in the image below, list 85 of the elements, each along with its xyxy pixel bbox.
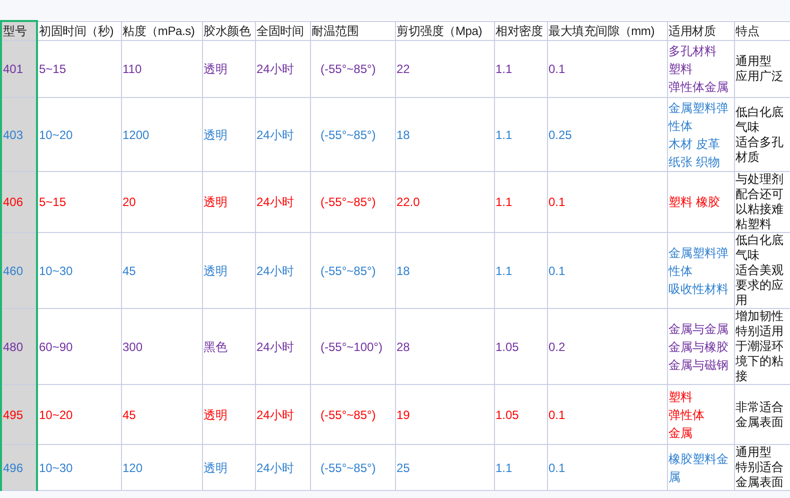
table-cell: 黑色 — [202, 308, 255, 384]
table-cell: 透明 — [202, 172, 255, 232]
table-cell: 403 — [1, 98, 37, 172]
table-cell: 0.2 — [547, 308, 667, 384]
table-cell: 406 — [1, 172, 37, 232]
table-cell: 20 — [121, 172, 202, 232]
table-cell: 0.1 — [547, 172, 667, 232]
table-cell: 24小时 — [255, 98, 310, 172]
table-cell: 22.0 — [395, 172, 494, 232]
column-header[interactable]: 胶水颜色 — [202, 21, 255, 40]
table-cell: 0.1 — [547, 40, 667, 98]
table-cell: 塑料 弹性体 金属 — [667, 384, 734, 444]
table-cell: 1.05 — [494, 308, 547, 384]
table-cell: 120 — [121, 444, 202, 490]
table-cell: 24小时 — [255, 232, 310, 308]
table-cell: 0.1 — [547, 232, 667, 308]
table-cell: 110 — [121, 40, 202, 98]
table-cell: 460 — [1, 232, 37, 308]
table-cell: 1.1 — [494, 444, 547, 490]
table-cell: 1.1 — [494, 172, 547, 232]
table-cell: 0.25 — [547, 98, 667, 172]
table-cell: 480 — [1, 308, 37, 384]
table-cell: 透明 — [202, 232, 255, 308]
column-header[interactable]: 最大填充间隙（mm) — [547, 21, 667, 40]
table-cell: 1.05 — [494, 384, 547, 444]
column-header[interactable]: 粘度（mPa.s) — [121, 21, 202, 40]
table-cell: 24小时 — [255, 444, 310, 490]
column-header[interactable]: 适用材质 — [667, 21, 734, 40]
table-cell: 多孔材料 塑料 弹性体金属 — [667, 40, 734, 98]
table-cell: (-55°~85°) — [310, 172, 395, 232]
column-header[interactable]: 初固时间（秒) — [37, 21, 121, 40]
table-cell: 增加韧性 特别适用 于潮湿环 境下的粘 接 — [734, 308, 790, 384]
table-cell: 1.1 — [494, 232, 547, 308]
table-cell: 300 — [121, 308, 202, 384]
table-cell: (-55°~85°) — [310, 98, 395, 172]
table-cell: (-55°~85°) — [310, 232, 395, 308]
table-cell: 10~30 — [37, 444, 121, 490]
table-cell: 45 — [121, 232, 202, 308]
table-cell: (-55°~85°) — [310, 444, 395, 490]
table-cell: 金属塑料弹 性体 木材 皮革 纸张 织物 — [667, 98, 734, 172]
table-cell: 19 — [395, 384, 494, 444]
table-cell: 1200 — [121, 98, 202, 172]
table-cell: 透明 — [202, 40, 255, 98]
table-cell: 5~15 — [37, 40, 121, 98]
table-cell: 低白化底 气味 适合美观 要求的应 用 — [734, 232, 790, 308]
table-cell: 1.1 — [494, 40, 547, 98]
table-cell: 与处理剂 配合还可 以粘接难 粘塑料 — [734, 172, 790, 232]
table-cell: 24小时 — [255, 384, 310, 444]
table-cell: 25 — [395, 444, 494, 490]
table-cell: 金属与金属 金属与橡胶 金属与磁钢 — [667, 308, 734, 384]
table-cell: 24小时 — [255, 40, 310, 98]
table-cell: 通用型 特别适合 金属表面 — [734, 444, 790, 490]
table-cell: 45 — [121, 384, 202, 444]
table-cell: 24小时 — [255, 172, 310, 232]
table-cell: 透明 — [202, 98, 255, 172]
table-cell: 塑料 橡胶 — [667, 172, 734, 232]
table-cell: 495 — [1, 384, 37, 444]
table-cell: 0.1 — [547, 384, 667, 444]
table-cell: 22 — [395, 40, 494, 98]
table-cell: 24小时 — [255, 308, 310, 384]
column-header[interactable]: 耐温范围 — [310, 21, 395, 40]
table-cell: 28 — [395, 308, 494, 384]
table-cell: 60~90 — [37, 308, 121, 384]
table-cell: 橡胶塑料金 属 — [667, 444, 734, 490]
table-cell: 10~30 — [37, 232, 121, 308]
table-cell: 0.1 — [547, 444, 667, 490]
table-cell: 10~20 — [37, 384, 121, 444]
table-cell: (-55°~100°) — [310, 308, 395, 384]
column-header[interactable]: 剪切强度（Mpa) — [395, 21, 494, 40]
table-cell: 5~15 — [37, 172, 121, 232]
table-cell: 496 — [1, 444, 37, 490]
column-header[interactable]: 型号 — [1, 21, 37, 40]
column-header[interactable]: 相对密度 — [494, 21, 547, 40]
table-cell: 401 — [1, 40, 37, 98]
column-header[interactable]: 特点 — [734, 21, 790, 40]
table-cell: 金属塑料弹 性体 吸收性材料 — [667, 232, 734, 308]
table-cell: 18 — [395, 98, 494, 172]
table-cell: 1.1 — [494, 98, 547, 172]
table-cell: 18 — [395, 232, 494, 308]
column-header[interactable]: 全固时间 — [255, 21, 310, 40]
table-cell: 10~20 — [37, 98, 121, 172]
table-cell: (-55°~85°) — [310, 384, 395, 444]
table-cell: 透明 — [202, 444, 255, 490]
table-cell: (-55°~85°) — [310, 40, 395, 98]
table-cell: 透明 — [202, 384, 255, 444]
